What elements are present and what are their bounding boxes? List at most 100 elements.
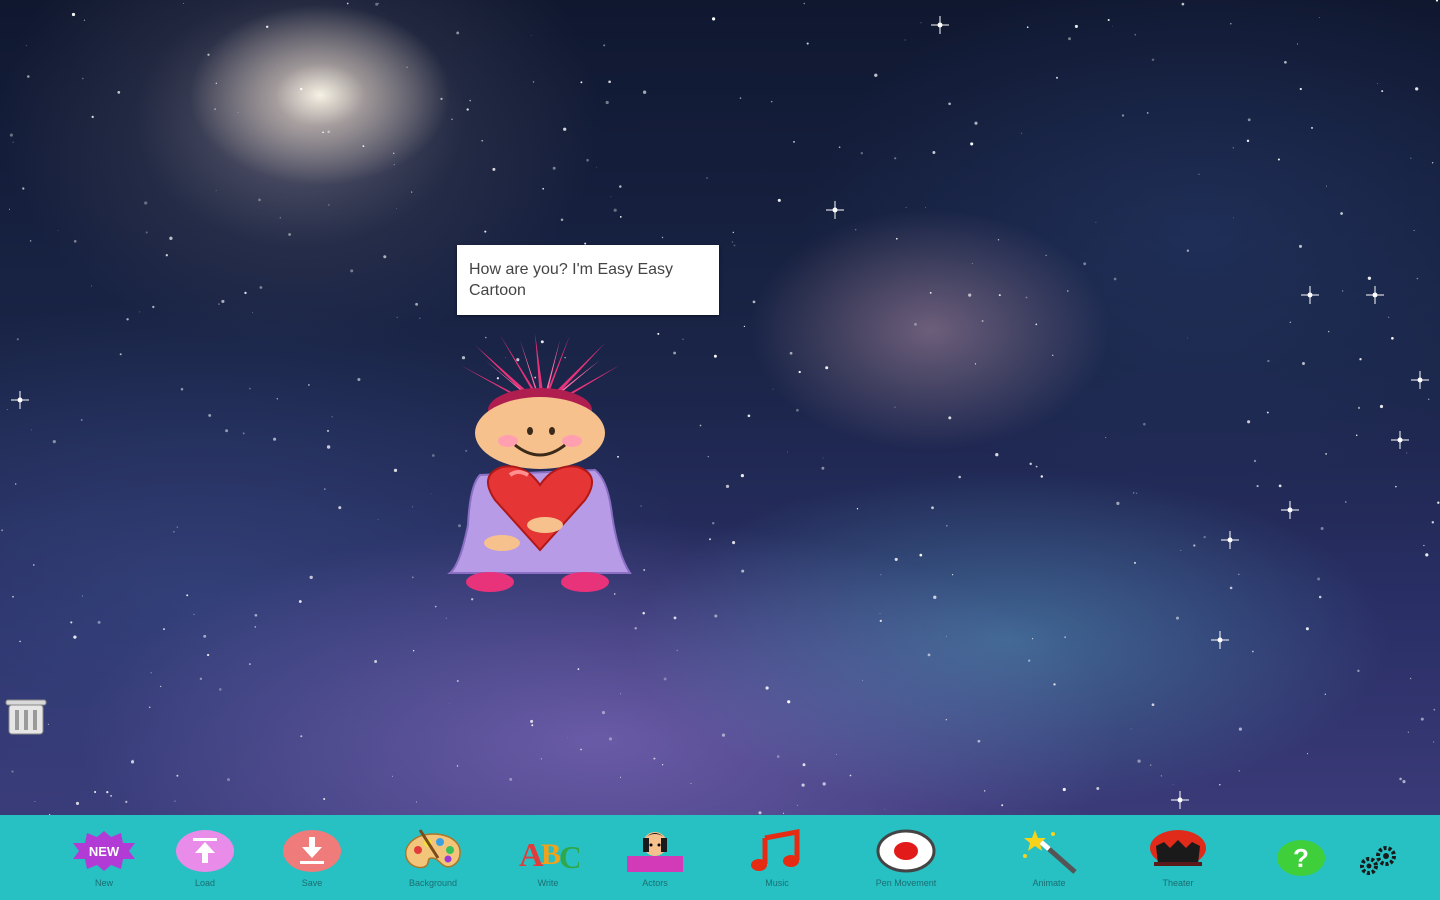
bottom-toolbar: NEW New Load Save Background A B C Write… — [0, 815, 1440, 900]
star — [431, 454, 435, 457]
record-icon — [871, 825, 941, 877]
star — [798, 370, 801, 374]
bright-star — [1211, 631, 1229, 649]
background-label: Background — [408, 878, 458, 888]
star — [1045, 254, 1047, 257]
star — [163, 628, 165, 630]
theater-icon — [1143, 825, 1213, 877]
actors-button[interactable]: Actors — [600, 825, 710, 897]
star — [970, 142, 974, 146]
star — [34, 801, 36, 802]
star — [1284, 60, 1287, 64]
help-button[interactable]: ? — [1276, 839, 1326, 877]
load-button[interactable]: Load — [150, 825, 260, 897]
bright-star — [1391, 431, 1409, 449]
star — [981, 320, 984, 322]
theater-button[interactable]: Theater — [1123, 825, 1233, 897]
star — [874, 73, 878, 77]
star — [126, 318, 129, 321]
star — [1377, 83, 1379, 85]
star — [732, 541, 736, 545]
animate-button[interactable]: Animate — [994, 825, 1104, 897]
star — [1116, 501, 1120, 506]
star — [1435, 0, 1439, 2]
star — [971, 262, 973, 264]
star — [176, 526, 178, 528]
trash-icon[interactable] — [4, 698, 48, 736]
star — [777, 198, 781, 202]
pen-movement-button[interactable]: Pen Movement — [851, 825, 961, 897]
star — [445, 617, 447, 619]
star — [1247, 420, 1251, 424]
star — [396, 208, 398, 210]
svg-text:C: C — [559, 839, 579, 874]
star — [244, 291, 247, 295]
star — [199, 677, 203, 681]
magic-wand-icon — [1014, 825, 1084, 877]
star — [221, 299, 225, 303]
star — [440, 97, 443, 100]
star — [12, 595, 14, 598]
svg-text:NEW: NEW — [89, 844, 120, 859]
star — [1342, 290, 1344, 292]
star — [1355, 434, 1358, 437]
star — [733, 244, 736, 247]
svg-text:B: B — [541, 838, 561, 871]
star — [711, 521, 715, 525]
character-head — [475, 397, 605, 469]
star — [393, 152, 395, 154]
save-button[interactable]: Save — [257, 825, 367, 897]
star — [931, 506, 934, 510]
stage-canvas[interactable]: How are you? I'm Easy Easy Cartoon — [0, 0, 1440, 815]
star — [862, 680, 864, 682]
star — [1186, 249, 1190, 252]
star — [1399, 777, 1402, 781]
star — [642, 90, 647, 94]
star — [995, 453, 999, 457]
actors-label: Actors — [642, 878, 668, 888]
music-button[interactable]: Music — [722, 825, 832, 897]
star — [1278, 484, 1282, 488]
star — [145, 231, 148, 234]
star — [259, 286, 263, 289]
star — [22, 187, 25, 190]
star — [81, 595, 83, 597]
star — [70, 621, 73, 624]
star — [1238, 770, 1241, 772]
speech-bubble[interactable]: How are you? I'm Easy Easy Cartoon — [457, 245, 719, 315]
star — [1415, 87, 1419, 91]
write-button[interactable]: A B C Write — [493, 825, 603, 897]
star — [1431, 521, 1435, 524]
star — [73, 635, 77, 639]
star — [855, 229, 857, 231]
svg-text:?: ? — [1293, 843, 1309, 873]
star — [1233, 217, 1234, 219]
star — [132, 759, 134, 762]
star — [806, 42, 809, 45]
background-button[interactable]: Background — [378, 825, 488, 897]
star — [948, 102, 951, 106]
settings-button[interactable] — [1356, 843, 1402, 877]
star — [456, 31, 460, 35]
cartoon-character[interactable] — [440, 335, 640, 600]
star — [225, 429, 229, 433]
star — [619, 776, 622, 778]
star — [1121, 114, 1125, 117]
bright-star — [1281, 501, 1299, 519]
star — [1068, 37, 1071, 41]
star — [1409, 677, 1412, 680]
star — [1410, 157, 1412, 159]
new-button[interactable]: NEW New — [49, 825, 159, 897]
star — [206, 653, 210, 657]
upload-icon — [170, 825, 240, 877]
star — [323, 798, 326, 800]
star — [456, 679, 459, 683]
star — [619, 185, 622, 188]
star — [82, 77, 84, 80]
load-label: Load — [194, 878, 216, 888]
star — [787, 700, 791, 704]
star — [713, 354, 717, 358]
star — [254, 613, 258, 617]
star — [620, 693, 622, 695]
star — [1427, 398, 1430, 401]
